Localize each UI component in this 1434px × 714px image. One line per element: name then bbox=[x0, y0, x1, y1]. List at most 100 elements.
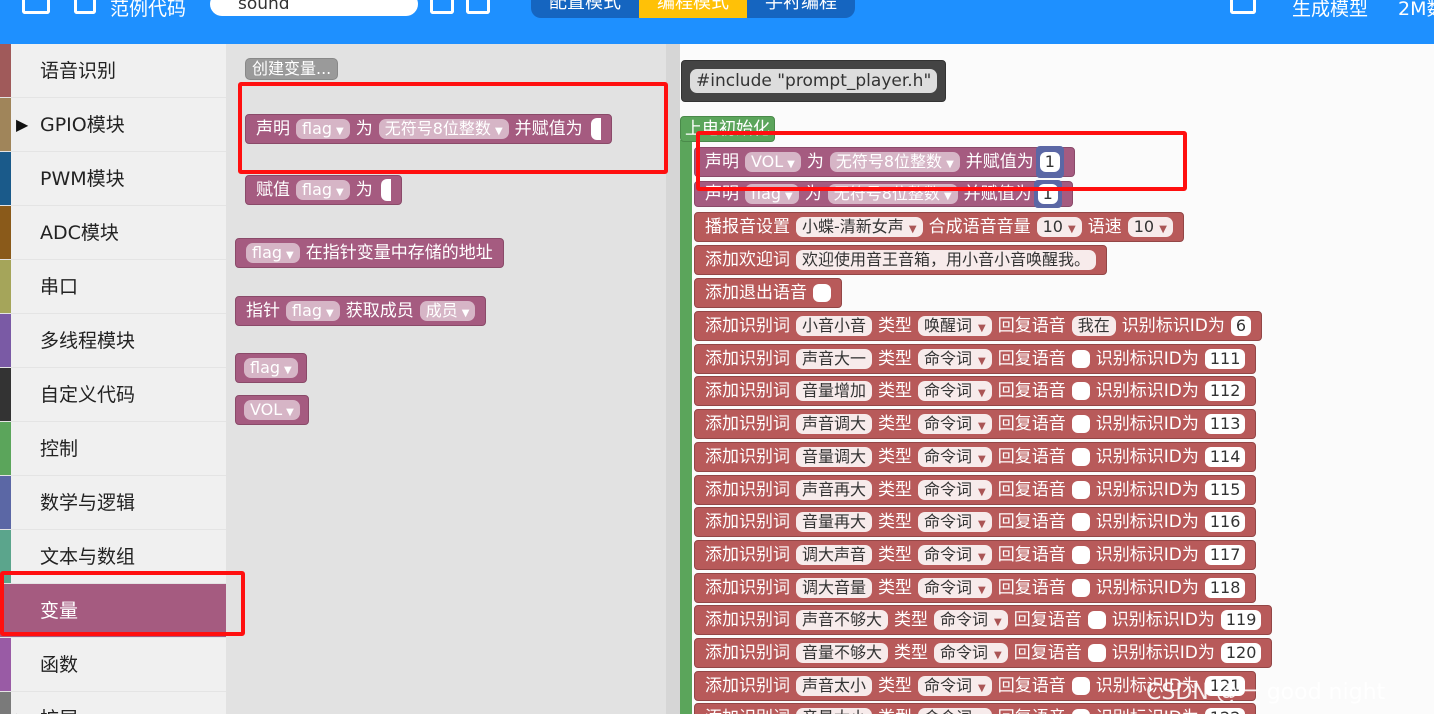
sidebar-item-2[interactable]: PWM模块 bbox=[0, 152, 226, 206]
word-field[interactable]: 音量不够大 bbox=[796, 643, 889, 663]
recognition-block[interactable]: 添加识别词 音量调大 类型 命令词 ▼ 回复语音 识别标识ID为 114 bbox=[694, 441, 1257, 472]
id-field[interactable]: 111 bbox=[1204, 348, 1246, 369]
type-dropdown[interactable]: 命令词▼ bbox=[918, 414, 992, 435]
volume-dropdown[interactable]: 10 ▼ bbox=[1036, 217, 1082, 237]
tab-programming-mode[interactable]: 编程模式 bbox=[639, 0, 747, 18]
recognition-block[interactable]: 添加识别词 声音调大 类型 命令词 ▼ 回复语音 识别标识ID为 113 bbox=[694, 409, 1257, 440]
sidebar-item-8[interactable]: 数学与逻辑 bbox=[0, 476, 226, 530]
value-socket[interactable] bbox=[380, 179, 391, 201]
reply-field[interactable] bbox=[1087, 644, 1106, 662]
variable-dropdown[interactable]: flag ▼ bbox=[246, 243, 300, 263]
type-dropdown[interactable]: 命令词▼ bbox=[934, 610, 1008, 631]
flyout-scrollbar[interactable] bbox=[666, 44, 680, 714]
word-field[interactable]: 音量增加 bbox=[796, 381, 873, 402]
word-field[interactable]: 声音不够大 bbox=[796, 610, 889, 631]
reply-field[interactable] bbox=[1071, 513, 1090, 532]
word-field[interactable]: 音量再大 bbox=[796, 512, 873, 533]
type-dropdown[interactable]: 命令词▼ bbox=[918, 708, 992, 714]
reply-field[interactable] bbox=[1071, 676, 1090, 695]
sidebar-item-12[interactable]: ▶ 扩展 bbox=[0, 692, 226, 714]
set-variable-block[interactable]: 赋值 flag ▼ 为 bbox=[245, 175, 402, 205]
welcome-block[interactable]: 添加欢迎词 欢迎使用音王音箱，用小音小音唤醒我。 bbox=[694, 245, 1108, 275]
id-field[interactable]: 6 bbox=[1230, 316, 1252, 336]
tab-handwritten-mode[interactable]: 手衬编程 bbox=[747, 0, 855, 18]
type-dropdown[interactable]: 命令词▼ bbox=[918, 675, 992, 696]
word-field[interactable]: 声音大一 bbox=[796, 348, 873, 369]
reply-field[interactable] bbox=[1071, 447, 1090, 466]
word-field[interactable]: 音量太小 bbox=[796, 708, 873, 714]
word-field[interactable]: 声音太小 bbox=[796, 675, 873, 696]
speed-dropdown[interactable]: 10 ▼ bbox=[1127, 217, 1173, 237]
recognition-block[interactable]: 添加识别词 小音小音 类型 唤醒词 ▼ 回复语音 我在 识别标识ID为 6 bbox=[694, 311, 1263, 341]
type-dropdown[interactable]: 命令词▼ bbox=[918, 544, 992, 565]
variable-dropdown[interactable]: flag ▼ bbox=[244, 358, 298, 378]
include-block[interactable]: #include "prompt_player.h" bbox=[681, 60, 947, 102]
type-dropdown[interactable]: 命令词▼ bbox=[918, 479, 992, 500]
tab-config-mode[interactable]: 配置模式 bbox=[531, 0, 639, 18]
sidebar-item-4[interactable]: 串口 bbox=[0, 260, 226, 314]
expand-arrow-icon[interactable]: ▶ bbox=[16, 692, 28, 714]
sidebar-item-5[interactable]: 多线程模块 bbox=[0, 314, 226, 368]
type-dropdown[interactable]: 唤醒词 ▼ bbox=[918, 316, 992, 336]
word-field[interactable]: 声音再大 bbox=[796, 479, 873, 500]
id-field[interactable]: 122 bbox=[1204, 708, 1246, 714]
variable-dropdown[interactable]: flag ▼ bbox=[286, 301, 340, 321]
reply-field[interactable] bbox=[1071, 709, 1090, 714]
create-variable-button[interactable]: 创建变量... bbox=[245, 58, 339, 80]
recognition-block[interactable]: 添加识别词 音量不够大 类型 命令词 ▼ 回复语音 识别标识ID为 120 bbox=[694, 638, 1273, 668]
id-field[interactable]: 112 bbox=[1204, 381, 1246, 402]
id-field[interactable]: 115 bbox=[1204, 479, 1246, 500]
recognition-block[interactable]: 添加识别词 调大声音 类型 命令词 ▼ 回复语音 识别标识ID为 117 bbox=[694, 539, 1257, 570]
id-field[interactable]: 116 bbox=[1204, 512, 1246, 533]
reply-field[interactable] bbox=[1071, 545, 1090, 564]
id-field[interactable]: 120 bbox=[1220, 643, 1262, 663]
recognition-block[interactable]: 添加识别词 音量增加 类型 命令词 ▼ 回复语音 识别标识ID为 112 bbox=[694, 376, 1257, 407]
id-field[interactable]: 118 bbox=[1204, 577, 1246, 598]
pointer-address-block[interactable]: flag ▼ 在指针变量中存储的地址 bbox=[235, 238, 504, 268]
player-settings-block[interactable]: 播报音设置 小蝶-清新女声 ▼ 合成语音音量 10 ▼ 语速 10 ▼ bbox=[694, 212, 1184, 242]
folder-icon[interactable] bbox=[22, 0, 50, 14]
reply-field[interactable] bbox=[1071, 578, 1090, 597]
exit-voice-block[interactable]: 添加退出语音 bbox=[694, 278, 842, 308]
reply-field[interactable]: 我在 bbox=[1071, 316, 1116, 336]
recognition-block[interactable]: 添加识别词 音量再大 类型 命令词 ▼ 回复语音 识别标识ID为 116 bbox=[694, 507, 1257, 538]
exit-text-field[interactable] bbox=[813, 284, 831, 302]
type-dropdown[interactable]: 命令词▼ bbox=[918, 348, 992, 369]
tray-icon[interactable] bbox=[1230, 0, 1256, 14]
sidebar-item-6[interactable]: 自定义代码 bbox=[0, 368, 226, 422]
variable-dropdown[interactable]: flag ▼ bbox=[296, 180, 350, 200]
word-field[interactable]: 小音小音 bbox=[796, 316, 873, 336]
reply-field[interactable] bbox=[1071, 480, 1090, 499]
type-dropdown[interactable]: 命令词▼ bbox=[918, 381, 992, 402]
id-field[interactable]: 114 bbox=[1204, 446, 1246, 467]
sidebar-item-7[interactable]: 控制 bbox=[0, 422, 226, 476]
expand-arrow-icon[interactable]: ▶ bbox=[16, 98, 28, 152]
type-dropdown[interactable]: 命令词▼ bbox=[918, 577, 992, 598]
reply-field[interactable] bbox=[1087, 611, 1106, 630]
sidebar-item-11[interactable]: 函数 bbox=[0, 638, 226, 692]
get-vol-block[interactable]: VOL ▼ bbox=[235, 395, 309, 425]
word-field[interactable]: 调大声音 bbox=[796, 544, 873, 565]
member-dropdown[interactable]: 成员 ▼ bbox=[419, 301, 476, 321]
sidebar-item-3[interactable]: ADC模块 bbox=[0, 206, 226, 260]
recognition-block[interactable]: 添加识别词 声音大一 类型 命令词 ▼ 回复语音 识别标识ID为 111 bbox=[694, 343, 1257, 374]
variable-dropdown[interactable]: VOL ▼ bbox=[244, 400, 300, 420]
recognition-block[interactable]: 添加识别词 声音不够大 类型 命令词 ▼ 回复语音 识别标识ID为 119 bbox=[694, 605, 1273, 636]
voice-dropdown[interactable]: 小蝶-清新女声 ▼ bbox=[796, 217, 923, 237]
id-field[interactable]: 117 bbox=[1204, 544, 1246, 565]
type-dropdown[interactable]: 命令词▼ bbox=[934, 643, 1008, 663]
type-dropdown[interactable]: 命令词▼ bbox=[918, 446, 992, 467]
save-icon[interactable] bbox=[430, 0, 454, 14]
recognition-block[interactable]: 添加识别词 调大音量 类型 命令词 ▼ 回复语音 识别标识ID为 118 bbox=[694, 572, 1257, 603]
reply-field[interactable] bbox=[1071, 349, 1090, 368]
include-text[interactable]: #include "prompt_player.h" bbox=[690, 69, 938, 93]
type-dropdown[interactable]: 命令词▼ bbox=[918, 512, 992, 533]
id-field[interactable]: 113 bbox=[1204, 414, 1246, 435]
search-input[interactable] bbox=[210, 0, 418, 16]
sidebar-item-1[interactable]: ▶ GPIO模块 bbox=[0, 98, 226, 152]
welcome-text-field[interactable]: 欢迎使用音王音箱，用小音小音唤醒我。 bbox=[796, 250, 1097, 270]
reply-field[interactable] bbox=[1071, 415, 1090, 434]
word-field[interactable]: 声音调大 bbox=[796, 414, 873, 435]
word-field[interactable]: 音量调大 bbox=[796, 446, 873, 467]
sidebar-item-0[interactable]: 语音识别 bbox=[0, 44, 226, 98]
